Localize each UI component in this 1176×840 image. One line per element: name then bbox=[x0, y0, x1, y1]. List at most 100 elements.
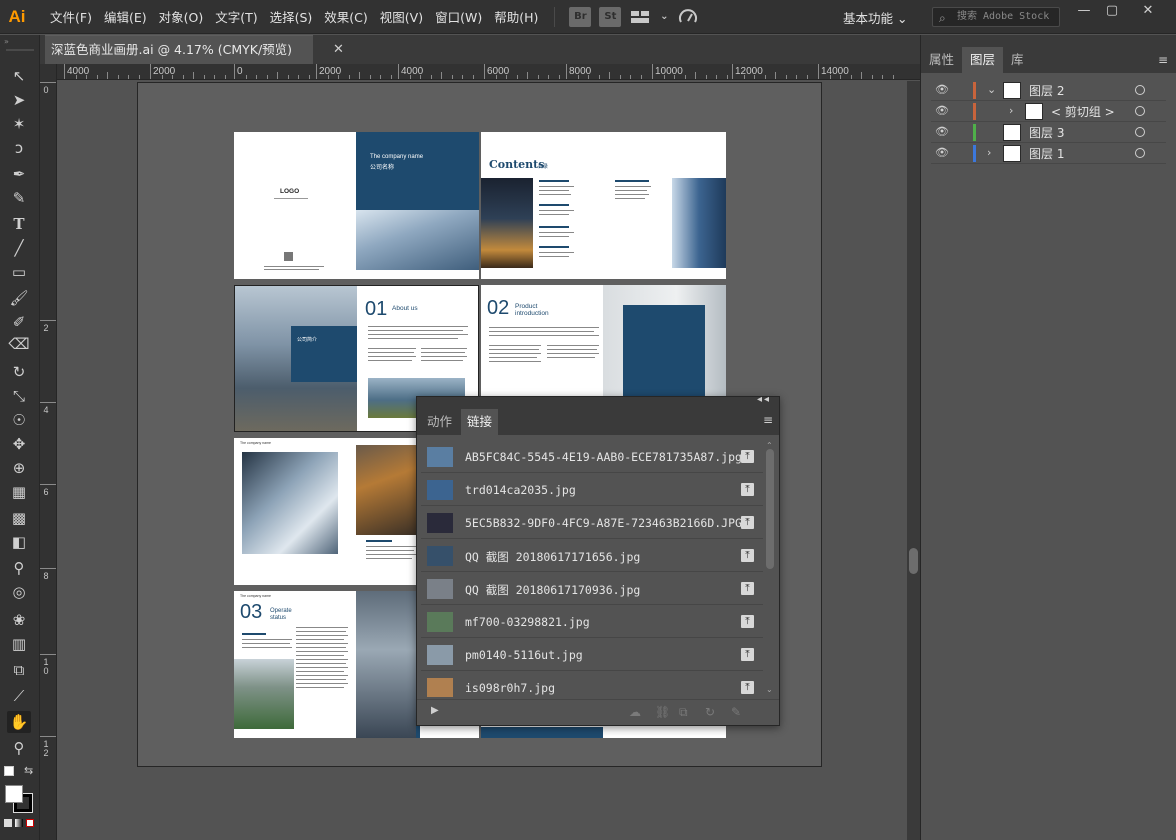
layer-target-icon[interactable] bbox=[1135, 85, 1145, 95]
go-to-link-icon[interactable]: ⧉ bbox=[679, 705, 688, 720]
puppet-warp-tool-icon[interactable]: ✥ bbox=[7, 433, 31, 455]
link-row[interactable]: mf700-03298821.jpg ⤒ bbox=[421, 606, 763, 638]
tab-links[interactable]: 链接 bbox=[461, 409, 499, 435]
link-row[interactable]: is098r0h7.jpg ⤒ bbox=[421, 672, 763, 697]
visibility-eye-icon[interactable]: 👁 bbox=[935, 104, 949, 117]
layer-row[interactable]: 👁 › < 剪切组 > bbox=[931, 101, 1166, 122]
tab-actions[interactable]: 动作 bbox=[421, 409, 458, 435]
embed-link-icon[interactable]: ⤒ bbox=[741, 450, 754, 463]
warp-tool-icon[interactable]: ☉ bbox=[7, 409, 31, 431]
mesh-tool-icon[interactable]: ▩ bbox=[7, 507, 31, 529]
close-document-icon[interactable]: ✕ bbox=[333, 42, 344, 57]
minimize-button[interactable]: — bbox=[1070, 2, 1098, 18]
show-link-info-icon[interactable]: ▶ bbox=[431, 705, 439, 716]
paintbrush-tool-icon[interactable]: 🖌 bbox=[7, 287, 31, 309]
stock-search-input[interactable]: ⌕ 搜索 Adobe Stock bbox=[932, 7, 1060, 27]
menu-item-5[interactable]: 效果(C) bbox=[318, 7, 373, 26]
toolbar-collapse-icon[interactable]: » bbox=[4, 37, 9, 46]
menu-item-6[interactable]: 视图(V) bbox=[374, 7, 429, 26]
symbol-sprayer-tool-icon[interactable]: ❀ bbox=[7, 609, 31, 631]
layer-target-icon[interactable] bbox=[1135, 148, 1145, 158]
brochure-page-cover[interactable]: The company name 公司名称 LOGO bbox=[234, 132, 479, 279]
links-panel-menu-icon[interactable]: ≡ bbox=[763, 413, 773, 427]
direct-selection-tool-icon[interactable]: ➤ bbox=[7, 89, 31, 111]
link-row[interactable]: pm0140-5116ut.jpg ⤒ bbox=[421, 639, 763, 671]
shape-builder-tool-icon[interactable]: ⊕ bbox=[7, 457, 31, 479]
document-tab[interactable]: 深蓝色商业画册.ai @ 4.17% (CMYK/预览) bbox=[45, 35, 313, 64]
menu-item-2[interactable]: 对象(O) bbox=[153, 7, 210, 26]
link-row[interactable]: 5EC5B832-9DF0-4FC9-A87E-723463B2166D.JPG… bbox=[421, 507, 763, 539]
panel-menu-icon[interactable]: ≡ bbox=[1158, 53, 1168, 67]
type-tool-icon[interactable]: T bbox=[7, 213, 31, 235]
update-link-icon[interactable]: ↻ bbox=[705, 705, 715, 719]
chevron-down-icon[interactable]: ⌄ bbox=[987, 83, 996, 96]
tab-properties[interactable]: 属性 bbox=[921, 47, 962, 73]
visibility-eye-icon[interactable]: 👁 bbox=[935, 146, 949, 159]
embed-link-icon[interactable]: ⤒ bbox=[741, 516, 754, 529]
eraser-tool-icon[interactable]: ⌫ bbox=[7, 333, 31, 355]
menu-item-1[interactable]: 编辑(E) bbox=[98, 7, 153, 26]
chevron-down-icon[interactable]: ⌄ bbox=[659, 7, 669, 27]
selection-tool-icon[interactable]: ↖ bbox=[7, 65, 31, 87]
canvas-scroll-thumb[interactable] bbox=[909, 548, 918, 574]
menu-item-7[interactable]: 窗口(W) bbox=[429, 7, 488, 26]
blend-tool-icon[interactable]: ◎ bbox=[7, 581, 31, 603]
maximize-button[interactable]: ▢ bbox=[1098, 2, 1126, 18]
canvas-vertical-scrollbar[interactable] bbox=[907, 81, 920, 840]
workspace-switcher[interactable]: 基本功能 ⌄ bbox=[843, 8, 907, 27]
chevron-right-icon[interactable]: › bbox=[1009, 104, 1013, 117]
relink-icon[interactable]: ⛓ bbox=[655, 705, 670, 719]
links-panel-grip[interactable]: ◂◂ bbox=[417, 394, 779, 409]
link-row[interactable]: QQ 截图 20180617171656.jpg ⤒ bbox=[421, 540, 763, 572]
horizontal-ruler[interactable]: 4000 2000 0 2000 4000 6000 8000 10000 12000 14000 bbox=[57, 64, 920, 80]
layer-row[interactable]: 👁 ⌄ 图层 2 bbox=[931, 80, 1166, 101]
link-row[interactable]: trd014ca2035.jpg ⤒ bbox=[421, 474, 763, 506]
layer-target-icon[interactable] bbox=[1135, 127, 1145, 137]
link-row[interactable]: AB5FC84C-5545-4E19-AAB0-ECE781735A87.jpg… bbox=[421, 441, 763, 473]
lasso-tool-icon[interactable]: ↄ bbox=[7, 137, 31, 159]
line-tool-icon[interactable]: ╱ bbox=[7, 237, 31, 259]
collapse-panel-icon[interactable]: ◂◂ bbox=[757, 394, 771, 405]
stock-button[interactable]: St bbox=[599, 6, 622, 27]
visibility-eye-icon[interactable]: 👁 bbox=[935, 83, 949, 96]
layer-name[interactable]: 图层 1 bbox=[1029, 145, 1064, 162]
hand-tool-icon[interactable]: ✋ bbox=[7, 711, 31, 733]
menu-item-3[interactable]: 文字(T) bbox=[209, 7, 263, 26]
scale-tool-icon[interactable]: ⤡ bbox=[7, 385, 31, 407]
embed-link-icon[interactable]: ⤒ bbox=[741, 681, 754, 694]
layer-row[interactable]: 👁 图层 3 bbox=[931, 122, 1166, 143]
layer-row[interactable]: 👁 › 图层 1 bbox=[931, 143, 1166, 164]
layer-name[interactable]: 图层 3 bbox=[1029, 124, 1064, 141]
rectangle-tool-icon[interactable]: ▭ bbox=[7, 261, 31, 283]
arrange-documents-icon[interactable] bbox=[629, 7, 651, 27]
panel-grip[interactable] bbox=[921, 35, 1176, 47]
gpu-performance-icon[interactable] bbox=[677, 7, 699, 27]
menu-item-0[interactable]: 文件(F) bbox=[44, 7, 98, 26]
embed-link-icon[interactable]: ⤒ bbox=[741, 615, 754, 628]
chevron-right-icon[interactable]: › bbox=[987, 146, 991, 159]
embed-link-icon[interactable]: ⤒ bbox=[741, 582, 754, 595]
artboard-tool-icon[interactable]: ⧉ bbox=[7, 659, 31, 681]
toolbar-grip[interactable] bbox=[6, 49, 34, 51]
column-graph-tool-icon[interactable]: ▥ bbox=[7, 633, 31, 655]
perspective-grid-tool-icon[interactable]: ▦ bbox=[7, 481, 31, 503]
bridge-button[interactable]: Br bbox=[569, 6, 592, 27]
vertical-ruler[interactable]: 0 2 4 6 8 1 0 1 2 bbox=[40, 64, 57, 840]
layer-name[interactable]: < 剪切组 > bbox=[1051, 103, 1115, 120]
rotate-tool-icon[interactable]: ↻ bbox=[7, 361, 31, 383]
edit-original-icon[interactable]: ✎ bbox=[731, 705, 741, 719]
fill-color-swatch[interactable] bbox=[5, 785, 23, 803]
menu-item-8[interactable]: 帮助(H) bbox=[488, 7, 544, 26]
layer-target-icon[interactable] bbox=[1135, 106, 1145, 116]
gradient-mode-icon[interactable] bbox=[15, 819, 23, 827]
layer-name[interactable]: 图层 2 bbox=[1029, 82, 1064, 99]
swap-colors-icon[interactable]: ⇆ bbox=[24, 764, 33, 777]
links-scroll-thumb[interactable] bbox=[766, 449, 774, 569]
zoom-tool-icon[interactable]: ⚲ bbox=[7, 737, 31, 759]
shaper-tool-icon[interactable]: ✐ bbox=[7, 311, 31, 333]
curvature-tool-icon[interactable]: ✎ bbox=[7, 187, 31, 209]
embed-link-icon[interactable]: ⤒ bbox=[741, 483, 754, 496]
pen-tool-icon[interactable]: ✒ bbox=[7, 163, 31, 185]
tab-layers[interactable]: 图层 bbox=[962, 47, 1004, 73]
embed-link-icon[interactable]: ⤒ bbox=[741, 648, 754, 661]
